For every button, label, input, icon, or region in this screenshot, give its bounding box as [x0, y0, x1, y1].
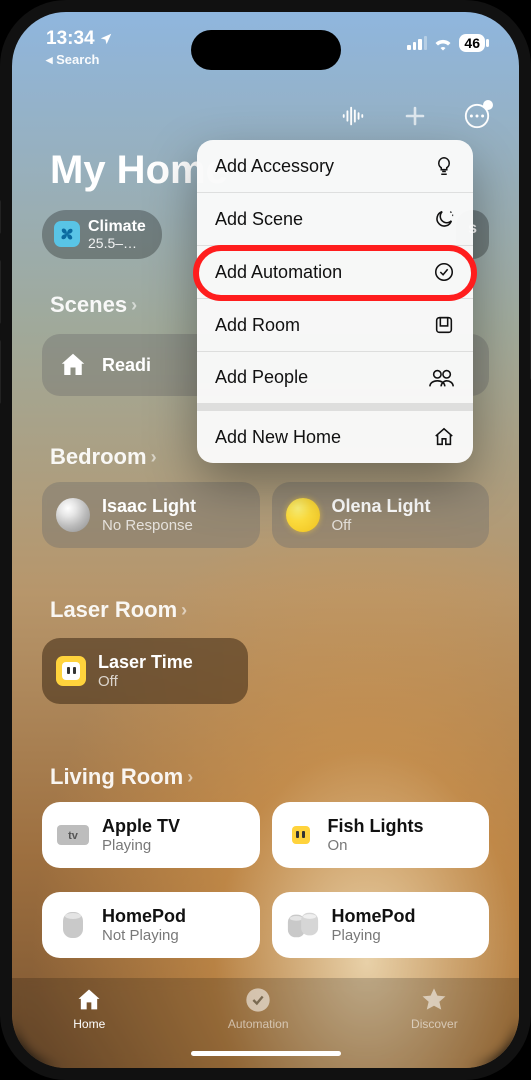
accessory-card-appletv[interactable]: tv Apple TV Playing [42, 802, 260, 868]
chevron-right-icon: › [151, 447, 157, 468]
section-living[interactable]: Living Room› [50, 764, 193, 790]
room-icon [433, 314, 455, 336]
scene-title: Readi [102, 355, 151, 376]
menu-add-room[interactable]: Add Room [197, 299, 473, 351]
homepod-pair-icon [286, 908, 320, 942]
clock-check-icon [244, 986, 272, 1014]
menu-add-scene[interactable]: Add Scene [197, 193, 473, 245]
appletv-icon: tv [56, 818, 90, 852]
notification-dot-icon [483, 100, 493, 110]
climate-value: 25.5–… [88, 236, 146, 251]
house-icon [56, 348, 90, 382]
climate-label: Climate [88, 218, 146, 236]
dynamic-island [191, 30, 341, 70]
status-time: 13:34 [46, 28, 95, 50]
chevron-right-icon: › [187, 767, 193, 788]
chevron-right-icon: › [181, 600, 187, 621]
people-icon [429, 368, 455, 388]
accessory-card-homepod-1[interactable]: HomePod Not Playing [42, 892, 260, 958]
accessory-card-laser[interactable]: Laser Time Off [42, 638, 248, 704]
bulb-on-icon [286, 498, 320, 532]
homepod-icon [56, 908, 90, 942]
home-icon [433, 426, 455, 448]
climate-chip[interactable]: Climate 25.5–… [42, 210, 162, 259]
star-icon [420, 986, 448, 1014]
accessory-card-isaac[interactable]: Isaac Light No Response [42, 482, 260, 548]
tab-automation[interactable]: Automation [228, 986, 289, 1031]
battery-indicator: 46 [459, 34, 485, 52]
home-icon [74, 986, 104, 1014]
chevron-right-icon: › [131, 295, 137, 316]
more-icon[interactable] [463, 102, 491, 130]
section-scenes[interactable]: Scenes› [50, 292, 137, 318]
side-button [0, 340, 1, 404]
svg-text:tv: tv [68, 830, 79, 842]
menu-add-home[interactable]: Add New Home [197, 411, 473, 463]
tab-discover[interactable]: Discover [411, 986, 458, 1031]
bulb-off-icon [56, 498, 90, 532]
screen: 13:34 ◂ Search 46 [12, 12, 519, 1068]
menu-add-people[interactable]: Add People [197, 352, 473, 403]
outlet-on-icon [56, 656, 86, 686]
wifi-icon [433, 35, 453, 51]
phone-frame: 13:34 ◂ Search 46 [0, 0, 531, 1080]
accessory-card-olena[interactable]: Olena Light Off [272, 482, 490, 548]
section-laser[interactable]: Laser Room› [50, 597, 187, 623]
outlet-on-icon [286, 820, 316, 850]
menu-add-accessory[interactable]: Add Accessory [197, 140, 473, 192]
side-button [0, 260, 1, 324]
moon-icon [433, 208, 455, 230]
clock-check-icon [433, 261, 455, 283]
lightbulb-icon [433, 155, 455, 177]
back-to-search[interactable]: ◂ Search [46, 52, 113, 68]
accessory-card-homepod-2[interactable]: HomePod Playing [272, 892, 490, 958]
section-bedroom[interactable]: Bedroom› [50, 444, 157, 470]
tab-bar: Home Automation Discover [12, 978, 519, 1068]
add-icon[interactable] [401, 102, 429, 130]
menu-add-automation[interactable]: Add Automation [197, 246, 473, 298]
side-button [0, 200, 1, 234]
add-menu-popup: Add Accessory Add Scene Add Automation A… [197, 140, 473, 463]
home-indicator[interactable] [191, 1051, 341, 1056]
tab-home[interactable]: Home [73, 986, 105, 1031]
accessory-card-fishlights[interactable]: Fish Lights On [272, 802, 490, 868]
location-icon [99, 32, 113, 46]
fan-icon [54, 221, 80, 247]
cellular-icon [407, 36, 427, 50]
announce-icon[interactable] [339, 102, 367, 130]
